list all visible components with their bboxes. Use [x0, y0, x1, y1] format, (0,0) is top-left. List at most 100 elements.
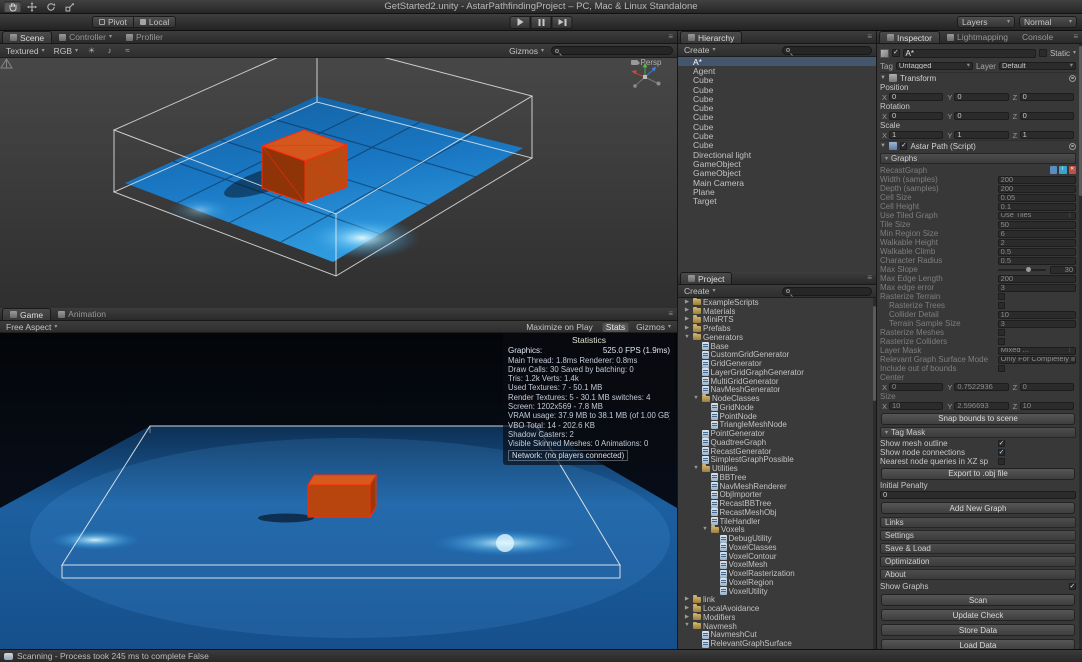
project-item[interactable]: LayerGridGraphGenerator — [678, 368, 876, 377]
disclosure-arrow-icon[interactable]: ▶ — [683, 615, 691, 621]
hierarchy-create-button[interactable]: Create▾ — [682, 45, 718, 56]
disclosure-arrow-icon[interactable]: ▼ — [701, 527, 709, 533]
disclosure-arrow-icon[interactable]: ▶ — [683, 606, 691, 612]
transform-scale-z-field[interactable]: 1 — [1020, 131, 1074, 139]
object-name-field[interactable]: A* — [903, 49, 1037, 58]
setting-value-field[interactable]: 0.5 — [998, 248, 1076, 256]
project-item[interactable]: ▼Utilities — [678, 464, 876, 473]
load-data-button[interactable]: Load Data — [881, 639, 1075, 649]
active-checkbox[interactable]: ✓ — [892, 49, 900, 57]
project-item[interactable]: CustomGridGenerator — [678, 351, 876, 360]
project-item[interactable]: SimplestGraphPossible — [678, 456, 876, 465]
hierarchy-item[interactable]: Cube — [678, 141, 876, 150]
project-item[interactable]: MultiGridGenerator — [678, 377, 876, 386]
project-item[interactable]: RecastGenerator — [678, 447, 876, 456]
setting-checkbox[interactable] — [998, 458, 1006, 466]
project-item[interactable]: ▶Prefabs — [678, 324, 876, 333]
scene-gizmos-dropdown[interactable]: Gizmos▾ — [507, 45, 546, 56]
project-item[interactable]: VoxelClasses — [678, 543, 876, 552]
inspector-section-links[interactable]: Links — [880, 517, 1076, 528]
add-new-graph-button[interactable]: Add New Graph — [881, 502, 1075, 514]
setting-checkbox[interactable] — [998, 338, 1006, 346]
project-item[interactable]: ▶Modifiers — [678, 613, 876, 622]
setting-dropdown[interactable]: Use Tiles⋮ — [998, 212, 1076, 220]
setting-value-field[interactable]: 200 — [998, 275, 1076, 283]
snap-bounds-to-scene-button[interactable]: Snap bounds to scene — [881, 413, 1075, 425]
layout-dropdown[interactable]: Normal▾ — [1019, 16, 1077, 28]
slider-value-field[interactable]: 30 — [1050, 266, 1076, 274]
disclosure-arrow-icon[interactable]: ▼ — [683, 623, 691, 629]
disclosure-arrow-icon[interactable]: ▶ — [683, 317, 691, 323]
hierarchy-item[interactable]: Cube — [678, 113, 876, 122]
vector-y-field[interactable]: 0.7522936 — [954, 383, 1008, 391]
project-item[interactable]: ▼Voxels — [678, 526, 876, 535]
project-item[interactable]: RecastBBTree — [678, 499, 876, 508]
vector-z-field[interactable]: 0 — [1020, 383, 1074, 391]
game-gizmos-dropdown[interactable]: Gizmos▾ — [634, 321, 673, 332]
project-item[interactable]: ▼NodeClasses — [678, 394, 876, 403]
disclosure-arrow-icon[interactable]: ▶ — [683, 308, 691, 314]
draw-mode-dropdown[interactable]: Textured▾ — [4, 45, 47, 56]
scale-tool-button[interactable] — [61, 1, 78, 12]
setting-value-field[interactable]: 3 — [998, 320, 1076, 328]
gear-icon[interactable] — [1069, 143, 1076, 150]
project-item[interactable]: RecastMeshObj — [678, 508, 876, 517]
panel-menu-icon[interactable]: ≡ — [867, 274, 872, 282]
hierarchy-item[interactable]: Directional light — [678, 150, 876, 159]
project-item[interactable]: VoxelUtility — [678, 587, 876, 596]
effects-toggle-icon[interactable]: ≈ — [121, 45, 134, 56]
setting-dropdown[interactable]: Mixed ...⋮ — [998, 347, 1076, 355]
project-item[interactable]: ▶Materials — [678, 307, 876, 316]
hand-tool-button[interactable] — [4, 1, 21, 12]
project-item[interactable]: BBTree — [678, 473, 876, 482]
transform-rotation-x-field[interactable]: 0 — [889, 112, 943, 120]
scene-search-input[interactable] — [551, 46, 673, 55]
disclosure-arrow-icon[interactable]: ▶ — [683, 326, 691, 332]
project-item[interactable]: GridNode — [678, 403, 876, 412]
setting-value-field[interactable]: 200 — [998, 185, 1076, 193]
transform-position-z-field[interactable]: 0 — [1020, 93, 1074, 101]
viewport-nav-icon[interactable] — [0, 58, 13, 69]
pivot-button[interactable]: Pivot — [92, 16, 134, 28]
panel-menu-icon[interactable]: ≡ — [668, 310, 673, 318]
tab-animation[interactable]: Animation — [51, 308, 113, 320]
hierarchy-item[interactable]: Cube — [678, 76, 876, 85]
setting-value-field[interactable]: 10 — [998, 311, 1076, 319]
info-icon[interactable]: i — [1059, 166, 1067, 174]
project-item[interactable]: TileHandler — [678, 517, 876, 526]
panel-menu-icon[interactable]: ≡ — [867, 33, 872, 41]
tab-game[interactable]: Game — [2, 308, 51, 320]
hierarchy-item[interactable]: GameObject — [678, 159, 876, 168]
audio-toggle-icon[interactable]: ♪ — [103, 45, 116, 56]
setting-value-field[interactable]: 200 — [998, 176, 1076, 184]
project-item[interactable]: ▶LocalAvoidance — [678, 604, 876, 613]
project-item[interactable]: ▶MiniRTS — [678, 316, 876, 325]
tab-controller[interactable]: Controller▾ — [52, 31, 119, 43]
setting-value-field[interactable]: 50 — [998, 221, 1076, 229]
play-button[interactable] — [510, 16, 531, 29]
hierarchy-item[interactable]: A* — [678, 57, 876, 66]
project-item[interactable]: ▶link — [678, 596, 876, 605]
setting-value-field[interactable]: 0 — [880, 491, 1076, 499]
layer-dropdown[interactable]: Default▾ — [999, 62, 1076, 70]
tab-profiler[interactable]: Profiler — [119, 31, 170, 43]
hierarchy-item[interactable]: GameObject — [678, 169, 876, 178]
recast-graph-header[interactable]: RecastGraph i ✕ — [880, 165, 1076, 175]
astar-component-header[interactable]: ▼ ✓ Astar Path (Script) — [880, 140, 1076, 151]
project-item[interactable]: VoxelRegion — [678, 578, 876, 587]
maximize-on-play-button[interactable]: Maximize on Play — [522, 321, 597, 332]
hierarchy-item[interactable]: Cube — [678, 131, 876, 140]
setting-checkbox[interactable] — [998, 293, 1006, 301]
panel-menu-icon[interactable]: ≡ — [1073, 33, 1078, 41]
hierarchy-item[interactable]: Main Camera — [678, 178, 876, 187]
project-item[interactable]: ObjImporter — [678, 491, 876, 500]
vector-y-field[interactable]: 2.596693 — [954, 402, 1008, 410]
hierarchy-search-input[interactable] — [782, 46, 872, 55]
setting-checkbox[interactable] — [998, 365, 1006, 373]
vector-z-field[interactable]: 10 — [1020, 402, 1074, 410]
project-create-button[interactable]: Create▾ — [682, 286, 718, 297]
disclosure-arrow-icon[interactable]: ▼ — [692, 396, 700, 402]
inspector-section-about[interactable]: About — [880, 569, 1076, 580]
inspector-section-settings[interactable]: Settings — [880, 530, 1076, 541]
edit-graph-icon[interactable] — [1050, 166, 1058, 174]
